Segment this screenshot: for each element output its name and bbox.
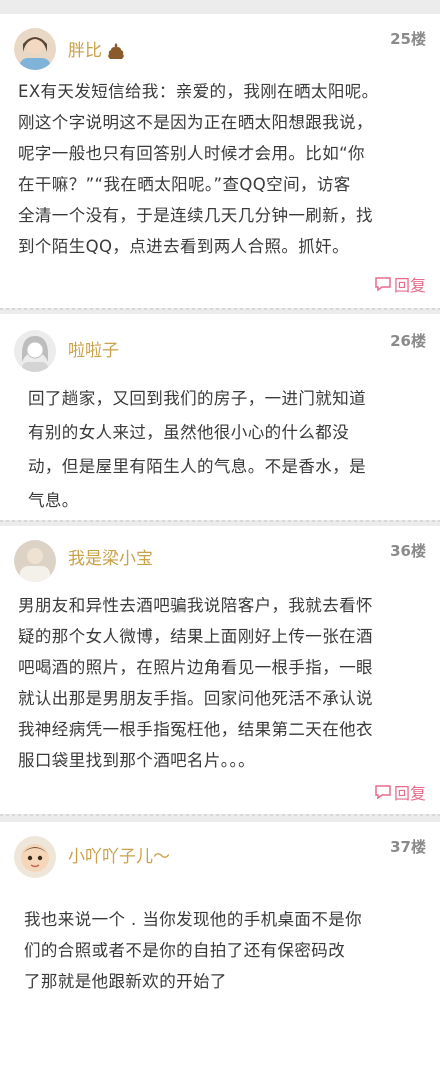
post-37: 小吖吖子儿～ 37楼 我也来说一个 . 当你发现他的手机桌面不是你 们的合照或者… <box>0 822 440 1072</box>
floor-number: 36楼 <box>390 542 426 560</box>
speech-bubble-icon <box>375 277 391 292</box>
divider <box>0 308 440 310</box>
post-content: 我也来说一个 . 当你发现他的手机桌面不是你 们的合照或者不是你的自拍了还有保密… <box>24 910 363 991</box>
floor-number: 25楼 <box>390 30 426 48</box>
avatar[interactable] <box>14 330 56 372</box>
username[interactable]: 胖比 <box>68 36 126 61</box>
post-content: EX有天发短信给我：亲爱的，我刚在晒太阳呢。 刚这个字说明这不是因为正在晒太阳想… <box>18 82 379 256</box>
post-36: 我是梁小宝 36楼 男朋友和异性去酒吧骗我说陪客户，我就去看怀 疑的那个女人微博… <box>0 526 440 814</box>
floor-number: 37楼 <box>390 838 426 856</box>
username[interactable]: 我是梁小宝 <box>68 544 153 569</box>
username[interactable]: 小吖吖子儿～ <box>68 842 170 867</box>
post-content: 回了趟家，又回到我们的房子，一进门就知道 有别的女人来过，虽然他很小心的什么都没… <box>28 389 366 510</box>
post-25: 胖比 25楼 EX有天发短信给我：亲爱的，我刚在晒太阳呢。 刚这个字说明这不是因… <box>0 14 440 308</box>
post-content: 男朋友和异性去酒吧骗我说陪客户，我就去看怀 疑的那个女人微博，结果上面刚好上传一… <box>18 596 373 770</box>
post-26: 啦啦子 26楼 回了趟家，又回到我们的房子，一进门就知道 有别的女人来过，虽然他… <box>0 314 440 520</box>
reply-button[interactable]: 回复 <box>374 272 426 296</box>
avatar[interactable] <box>14 836 56 878</box>
divider <box>0 814 440 816</box>
divider <box>0 520 440 522</box>
floor-number: 26楼 <box>390 332 426 350</box>
speech-bubble-icon <box>375 785 391 800</box>
avatar[interactable] <box>14 28 56 70</box>
poop-emoji-icon <box>108 43 124 59</box>
avatar[interactable] <box>14 540 56 582</box>
reply-button[interactable]: 回复 <box>374 780 426 804</box>
username[interactable]: 啦啦子 <box>68 336 119 361</box>
